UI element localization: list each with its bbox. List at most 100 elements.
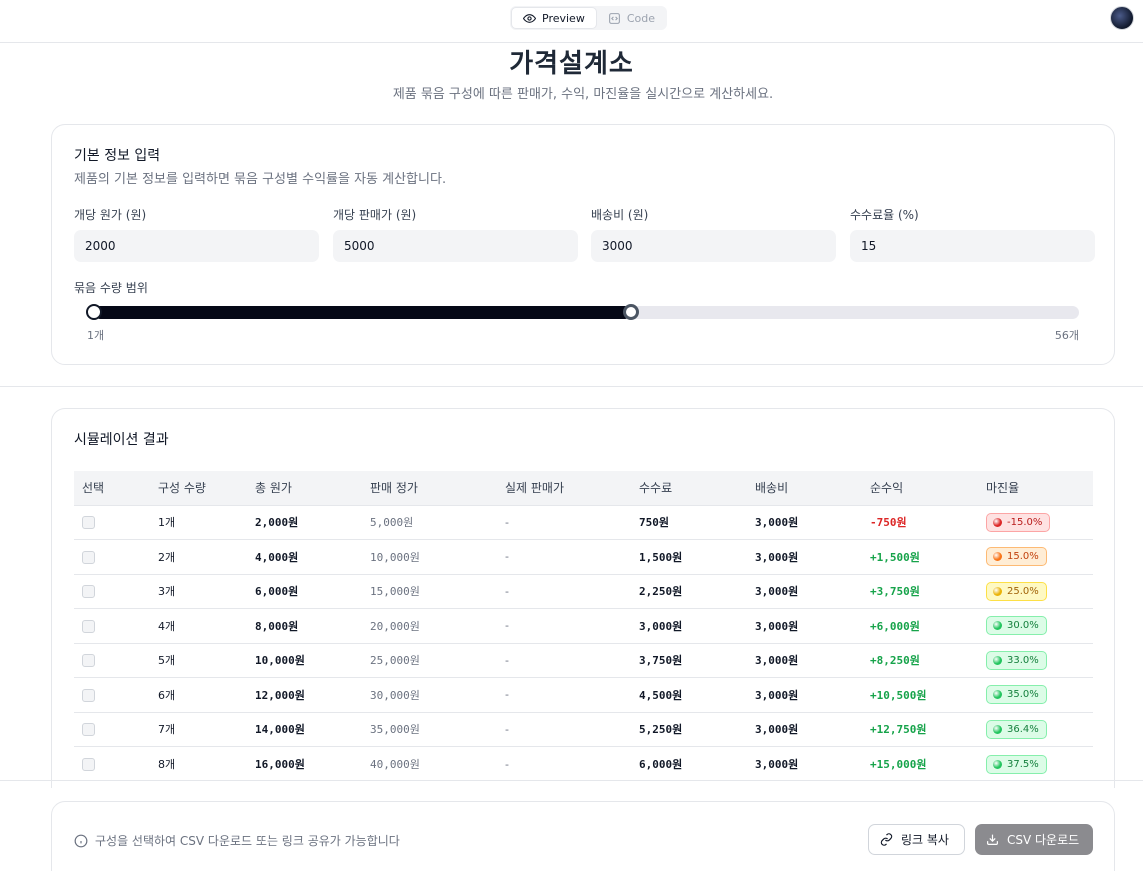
margin-value: 30.0% — [1007, 620, 1039, 632]
table-row[interactable]: 5개 10,000원 25,000원 -3,750원 3,000원 +8,250원 33.0… — [74, 642, 1093, 678]
column-header: 판매 정가 — [370, 481, 418, 496]
column-header: 배송비 — [755, 481, 789, 496]
table-row[interactable]: 2개 4,000원 10,000원 -1,500원 3,000원 +1,500원 15.0% — [74, 539, 1093, 574]
qty-cell: 2개 — [150, 539, 247, 574]
range-min-label: 1개 — [87, 329, 105, 342]
actual-price-cell: - — [497, 642, 631, 678]
shipping-cell: 3,000원 — [747, 573, 862, 609]
row-checkbox[interactable] — [82, 516, 95, 529]
table-row[interactable]: 1개 2,000원 5,000원 -750원 3,000원 -750원 -15.0% — [74, 504, 1093, 540]
margin-cell: 33.0% — [978, 642, 1093, 678]
list-price-cell: 5,000원 — [362, 504, 497, 540]
preview-tab[interactable]: Preview — [511, 7, 597, 29]
select-cell — [74, 504, 150, 540]
shipping-cell: 3,000원 — [747, 642, 862, 678]
range-label: 묶음 수량 범위 — [74, 281, 148, 295]
list-price-cell: 35,000원 — [362, 711, 497, 747]
profit-cell: +12,750원 — [862, 711, 978, 747]
margin-cell: 37.5% — [978, 746, 1093, 781]
code-tab[interactable]: Code — [597, 7, 666, 29]
margin-badge: 25.0% — [986, 581, 1047, 601]
page-title: 가격설계소 — [509, 49, 634, 79]
view-toggle: Preview Code — [510, 6, 667, 30]
list-price-cell: 25,000원 — [362, 642, 497, 678]
margin-value: 37.5% — [1007, 758, 1039, 770]
shipping-input[interactable]: 3000 — [591, 230, 836, 262]
row-checkbox[interactable] — [82, 688, 95, 702]
unit-price-input[interactable]: 5000 — [333, 230, 578, 262]
list-price-cell: 10,000원 — [362, 539, 497, 574]
status-dot-icon — [993, 586, 1002, 596]
column-header: 마진율 — [986, 481, 1020, 496]
download-icon — [987, 834, 998, 845]
shipping-cell: 3,000원 — [747, 746, 862, 781]
column-header: 선택 — [82, 481, 105, 496]
preview-label: Preview — [542, 11, 585, 25]
actual-price-cell: - — [497, 608, 631, 643]
shipping-cell: 3,000원 — [747, 711, 862, 747]
shipping-cell: 3,000원 — [747, 539, 862, 574]
select-cell — [74, 642, 150, 678]
status-dot-icon — [993, 517, 1002, 527]
list-price-cell: 20,000원 — [362, 608, 497, 643]
range-max-handle[interactable] — [623, 304, 640, 320]
list-price-cell: 15,000원 — [362, 573, 497, 609]
basic-info-description: 제품의 기본 정보를 입력하면 묶음 구성별 수익률을 자동 계산합니다. — [74, 172, 447, 187]
section-divider — [0, 386, 1143, 387]
margin-cell: 25.0% — [978, 573, 1093, 609]
copy-link-button[interactable]: 링크 복사 — [868, 824, 965, 855]
unit-cost-label: 개당 원가 (원) — [74, 208, 147, 222]
results-table: 선택 구성 수량 총 원가 판매 정가 실제 판매가 수수료 배송비 순수익 마진율 1개 2,0… — [74, 471, 1093, 781]
qty-cell: 1개 — [150, 504, 247, 540]
margin-badge: 33.0% — [986, 650, 1047, 670]
unit-cost-input[interactable]: 2000 — [74, 230, 319, 262]
total-cost-cell: 10,000원 — [247, 642, 362, 678]
table-row[interactable]: 6개 12,000원 30,000원 -4,500원 3,000원 +10,500원 35.… — [74, 677, 1093, 712]
page-subtitle: 제품 묶음 구성에 따른 판매가, 수익, 마진율을 실시간으로 계산하세요. — [392, 87, 774, 102]
shipping-cell: 3,000원 — [747, 677, 862, 712]
range-min-handle[interactable] — [86, 304, 102, 320]
code-icon — [608, 12, 620, 24]
status-dot-icon — [993, 690, 1002, 700]
actual-price-cell: - — [497, 573, 631, 609]
row-checkbox[interactable] — [82, 619, 95, 633]
table-row[interactable]: 8개 16,000원 40,000원 -6,000원 3,000원 +15,000원 37.… — [74, 746, 1093, 781]
select-cell — [74, 746, 150, 781]
actual-price-cell: - — [497, 746, 631, 781]
list-price-cell: 30,000원 — [362, 677, 497, 712]
row-checkbox[interactable] — [82, 585, 95, 598]
list-price-cell: 40,000원 — [362, 746, 497, 781]
csv-download-label: CSV 다운로드 — [1007, 833, 1080, 847]
user-avatar[interactable] — [1110, 6, 1134, 30]
margin-value: 35.0% — [1007, 689, 1039, 701]
margin-cell: 36.4% — [978, 711, 1093, 747]
row-checkbox[interactable] — [82, 757, 95, 771]
range-slider-track[interactable] — [86, 304, 1079, 320]
select-cell — [74, 573, 150, 609]
row-checkbox[interactable] — [82, 654, 95, 667]
footer-divider — [0, 780, 1143, 781]
row-checkbox[interactable] — [82, 550, 95, 564]
shipping-field: 배송비 (원) 3000 — [591, 206, 836, 262]
csv-download-button[interactable]: CSV 다운로드 — [975, 824, 1093, 855]
copy-link-label: 링크 복사 — [901, 833, 949, 847]
column-header: 총 원가 — [255, 481, 292, 496]
fee-cell: 2,250원 — [631, 573, 747, 609]
margin-badge: 15.0% — [986, 547, 1047, 567]
fee-rate-input[interactable]: 15 — [850, 230, 1095, 262]
fee-cell: 1,500원 — [631, 539, 747, 574]
margin-badge: -15.0% — [986, 512, 1051, 532]
table-row[interactable]: 4개 8,000원 20,000원 -3,000원 3,000원 +6,000원 30.0% — [74, 608, 1093, 643]
action-note-text: 구성을 선택하여 CSV 다운로드 또는 링크 공유가 가능합니다 — [95, 834, 400, 848]
table-row[interactable]: 3개 6,000원 15,000원 -2,250원 3,000원 +3,750원 25.0% — [74, 573, 1093, 609]
range-slider-fill — [94, 306, 632, 319]
actual-price-cell: - — [497, 677, 631, 712]
row-checkbox[interactable] — [82, 723, 95, 736]
margin-badge: 37.5% — [986, 754, 1047, 774]
action-card: 구성을 선택하여 CSV 다운로드 또는 링크 공유가 가능합니다 링크 복사 … — [51, 801, 1115, 871]
margin-value: -15.0% — [1007, 516, 1043, 528]
table-row[interactable]: 7개 14,000원 35,000원 -5,250원 3,000원 +12,750원 36.… — [74, 711, 1093, 747]
column-header: 순수익 — [870, 481, 904, 496]
profit-cell: +3,750원 — [862, 573, 978, 609]
unit-price-field: 개당 판매가 (원) 5000 — [333, 206, 578, 262]
